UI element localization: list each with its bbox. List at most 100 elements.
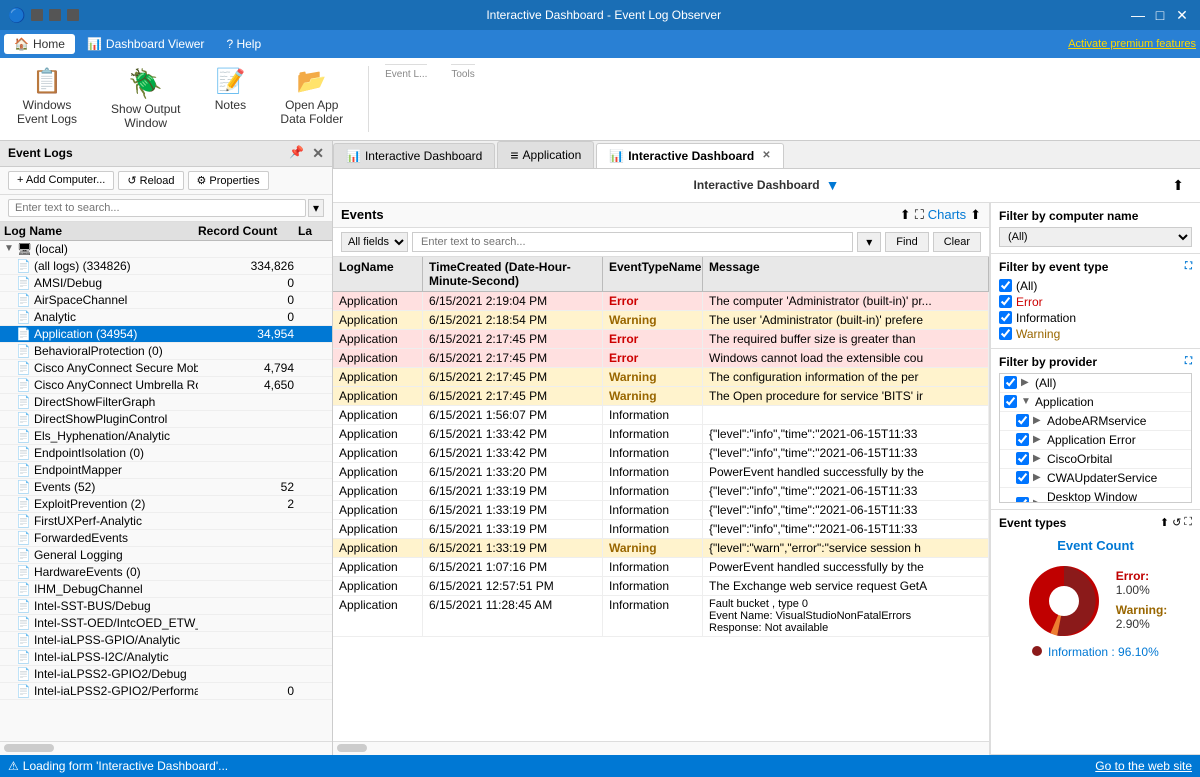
log-item-cisco-secure[interactable]: 📄Cisco AnyConnect Secure Mobilit... 4,79…: [0, 360, 332, 377]
provider-application-checkbox[interactable]: [1004, 395, 1017, 408]
log-item-behavioral[interactable]: 📄BehavioralProtection (0): [0, 343, 332, 360]
filter-warning-input[interactable]: [999, 327, 1012, 340]
activate-premium-link[interactable]: Activate premium features: [1068, 38, 1196, 50]
filter-computer-select[interactable]: (All): [999, 227, 1192, 247]
filter-provider-expand-btn[interactable]: ⛶: [1185, 356, 1192, 367]
provider-application[interactable]: ▼ Application: [1000, 393, 1191, 412]
dashboard-export-btn[interactable]: ⬆: [1172, 177, 1184, 194]
log-item-intel-i2c[interactable]: 📄Intel-iaLPSS-I2C/Analytic: [0, 649, 332, 666]
event-row-7[interactable]: Application 6/15/2021 1:56:07 PM Informa…: [333, 406, 989, 425]
event-row-12[interactable]: Application 6/15/2021 1:33:19 PM Informa…: [333, 501, 989, 520]
event-row-10[interactable]: Application 6/15/2021 1:33:20 PM Informa…: [333, 463, 989, 482]
status-web-link[interactable]: Go to the web site: [1095, 759, 1192, 773]
log-item-all-logs[interactable]: 📄 (all logs) (334826) 334,826: [0, 258, 332, 275]
maximize-btn[interactable]: □: [1150, 5, 1170, 25]
events-expand-btn[interactable]: ⛶: [915, 207, 924, 223]
menu-dashboard-viewer[interactable]: 📊 Dashboard Viewer: [77, 34, 214, 54]
provider-app-error[interactable]: ▶ Application Error: [1000, 431, 1191, 450]
window-controls[interactable]: — □ ✕: [1128, 5, 1192, 25]
events-search-dropdown-btn[interactable]: ▾: [857, 232, 881, 252]
event-row-8[interactable]: Application 6/15/2021 1:33:42 PM Informa…: [333, 425, 989, 444]
tab-interactive-dashboard-2[interactable]: 📊 Interactive Dashboard ✕: [596, 143, 783, 168]
provider-cisco-orbital-checkbox[interactable]: [1016, 452, 1029, 465]
event-row-3[interactable]: Application 6/15/2021 2:17:45 PM Error T…: [333, 330, 989, 349]
tab-interactive-dashboard-1[interactable]: 📊 Interactive Dashboard: [333, 143, 495, 168]
log-item-forwarded[interactable]: 📄ForwardedEvents: [0, 530, 332, 547]
events-find-btn[interactable]: Find: [885, 232, 928, 252]
show-output-window-btn[interactable]: 🪲 Show OutputWindow: [102, 62, 189, 136]
log-item-els[interactable]: 📄Els_Hyphenation/Analytic: [0, 428, 332, 445]
event-row-11[interactable]: Application 6/15/2021 1:33:19 PM Informa…: [333, 482, 989, 501]
log-item-events-52[interactable]: 📄Events (52) 52: [0, 479, 332, 496]
log-item-directshow-fg[interactable]: 📄DirectShowFilterGraph: [0, 394, 332, 411]
tab-close-btn[interactable]: ✕: [762, 150, 770, 161]
log-item-firstux[interactable]: 📄FirstUXPerf-Analytic: [0, 513, 332, 530]
log-item-intel-gpio2-perf[interactable]: 📄Intel-iaLPSS2-GPIO2/Performance 0: [0, 683, 332, 700]
provider-app-error-checkbox[interactable]: [1016, 433, 1029, 446]
add-computer-btn[interactable]: + Add Computer...: [8, 171, 114, 190]
event-types-export-btn[interactable]: ⬆: [1160, 516, 1169, 529]
reload-btn[interactable]: ↺ Reload: [118, 171, 183, 190]
filter-eventtype-expand-btn[interactable]: ⛶: [1185, 261, 1192, 272]
event-row-5[interactable]: Application 6/15/2021 2:17:45 PM Warning…: [333, 368, 989, 387]
notes-btn[interactable]: 📝 Notes: [205, 62, 255, 117]
log-item-airspace[interactable]: 📄AirSpaceChannel 0: [0, 292, 332, 309]
events-search-input[interactable]: [412, 232, 853, 252]
filter-error-input[interactable]: [999, 295, 1012, 308]
log-item-ihm[interactable]: 📄IHM_DebugChannel: [0, 581, 332, 598]
log-item-exploit[interactable]: 📄ExploitPrevention (2) 2: [0, 496, 332, 513]
event-row-15[interactable]: Application 6/15/2021 1:07:16 PM Informa…: [333, 558, 989, 577]
filter-warning-checkbox[interactable]: Warning: [999, 326, 1192, 342]
log-search-btn[interactable]: ▾: [308, 199, 324, 217]
log-list-hscroll[interactable]: [0, 741, 332, 755]
events-hscroll[interactable]: [333, 741, 989, 755]
provider-desktop-checkbox[interactable]: [1016, 497, 1029, 503]
log-item-amsi[interactable]: 📄AMSI/Debug 0: [0, 275, 332, 292]
panel-close-icon[interactable]: ✕: [312, 145, 324, 162]
charts-export-btn[interactable]: ⬆: [970, 207, 981, 223]
windows-event-logs-btn[interactable]: 📋 WindowsEvent Logs: [8, 62, 86, 132]
event-types-expand-btn[interactable]: ⛶: [1184, 516, 1192, 529]
menu-help[interactable]: ? Help: [216, 34, 271, 54]
charts-title[interactable]: Charts: [928, 207, 966, 222]
event-row-2[interactable]: Application 6/15/2021 2:18:54 PM Warning…: [333, 311, 989, 330]
log-item-cisco-umbrella[interactable]: 📄Cisco AnyConnect Umbrella Roa... 4,650: [0, 377, 332, 394]
filter-error-checkbox[interactable]: Error: [999, 294, 1192, 310]
events-clear-btn[interactable]: Clear: [933, 232, 981, 252]
provider-adobe-arm-checkbox[interactable]: [1016, 414, 1029, 427]
provider-adobe-arm[interactable]: ▶ AdobeARMservice: [1000, 412, 1191, 431]
provider-all[interactable]: ▶ (All): [1000, 374, 1191, 393]
provider-all-checkbox[interactable]: [1004, 376, 1017, 389]
open-app-data-folder-btn[interactable]: 📂 Open AppData Folder: [271, 62, 352, 132]
log-item-hardware[interactable]: 📄HardwareEvents (0): [0, 564, 332, 581]
provider-desktop-window[interactable]: ▶ Desktop Window Manager: [1000, 488, 1191, 503]
log-item-analytic[interactable]: 📄Analytic 0: [0, 309, 332, 326]
events-export-btn[interactable]: ⬆: [900, 207, 911, 223]
event-row-17[interactable]: Application 6/15/2021 11:28:45 AM Inform…: [333, 596, 989, 637]
event-row-16[interactable]: Application 6/15/2021 12:57:51 PM Inform…: [333, 577, 989, 596]
event-row-1[interactable]: Application 6/15/2021 2:19:04 PM Error T…: [333, 292, 989, 311]
log-item-endpoint-isolation[interactable]: 📄EndpointIsolation (0): [0, 445, 332, 462]
log-item-local[interactable]: ▼ 🖥 (local): [0, 241, 332, 258]
filter-information-input[interactable]: [999, 311, 1012, 324]
event-row-4[interactable]: Application 6/15/2021 2:17:45 PM Error W…: [333, 349, 989, 368]
events-search-dropdown[interactable]: All fields: [341, 232, 408, 252]
properties-btn[interactable]: ⚙ Properties: [188, 171, 269, 190]
minimize-btn[interactable]: —: [1128, 5, 1148, 25]
log-item-application[interactable]: 📄Application (34954) 34,954: [0, 326, 332, 343]
filter-all-checkbox[interactable]: (All): [999, 278, 1192, 294]
provider-cwa-updater[interactable]: ▶ CWAUpdaterService: [1000, 469, 1191, 488]
event-row-14[interactable]: Application 6/15/2021 1:33:19 PM Warning…: [333, 539, 989, 558]
provider-cisco-orbital[interactable]: ▶ CiscoOrbital: [1000, 450, 1191, 469]
log-item-directshow-pc[interactable]: 📄DirectShowPluginControl: [0, 411, 332, 428]
provider-cwa-checkbox[interactable]: [1016, 471, 1029, 484]
event-row-9[interactable]: Application 6/15/2021 1:33:42 PM Informa…: [333, 444, 989, 463]
log-item-intel-gpio2-debug[interactable]: 📄Intel-iaLPSS2-GPIO2/Debug: [0, 666, 332, 683]
log-item-general[interactable]: 📄General Logging: [0, 547, 332, 564]
filter-information-checkbox[interactable]: Information: [999, 310, 1192, 326]
tab-application[interactable]: ≡ Application: [497, 141, 594, 168]
event-types-rotate-btn[interactable]: ↺: [1172, 516, 1181, 529]
log-item-intel-gpio-analytic[interactable]: 📄Intel-iaLPSS-GPIO/Analytic: [0, 632, 332, 649]
event-row-13[interactable]: Application 6/15/2021 1:33:19 PM Informa…: [333, 520, 989, 539]
log-item-intel-sst-bus[interactable]: 📄Intel-SST-BUS/Debug: [0, 598, 332, 615]
